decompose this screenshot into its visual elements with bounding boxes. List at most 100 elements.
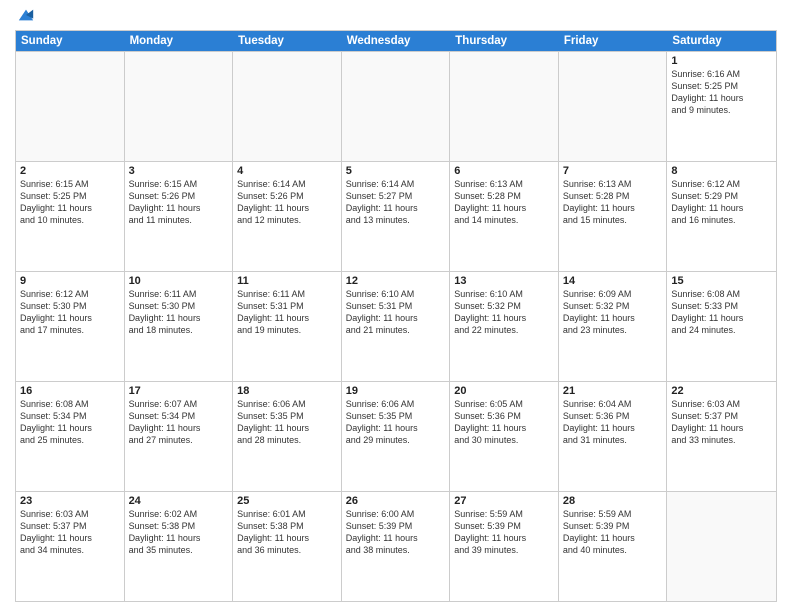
- day-cell-8: 8Sunrise: 6:12 AM Sunset: 5:29 PM Daylig…: [667, 162, 776, 271]
- day-number: 1: [671, 55, 772, 67]
- day-cell-22: 22Sunrise: 6:03 AM Sunset: 5:37 PM Dayli…: [667, 382, 776, 491]
- calendar-header: SundayMondayTuesdayWednesdayThursdayFrid…: [16, 31, 776, 51]
- day-cell-empty-0-3: [342, 52, 451, 161]
- day-cell-4: 4Sunrise: 6:14 AM Sunset: 5:26 PM Daylig…: [233, 162, 342, 271]
- day-cell-25: 25Sunrise: 6:01 AM Sunset: 5:38 PM Dayli…: [233, 492, 342, 601]
- day-info: Sunrise: 6:06 AM Sunset: 5:35 PM Dayligh…: [346, 398, 446, 447]
- day-number: 24: [129, 495, 229, 507]
- day-info: Sunrise: 6:16 AM Sunset: 5:25 PM Dayligh…: [671, 68, 772, 117]
- week-row-0: 1Sunrise: 6:16 AM Sunset: 5:25 PM Daylig…: [16, 51, 776, 161]
- day-info: Sunrise: 5:59 AM Sunset: 5:39 PM Dayligh…: [563, 508, 663, 557]
- day-number: 20: [454, 385, 554, 397]
- day-number: 14: [563, 275, 663, 287]
- day-number: 9: [20, 275, 120, 287]
- day-info: Sunrise: 6:01 AM Sunset: 5:38 PM Dayligh…: [237, 508, 337, 557]
- day-info: Sunrise: 6:03 AM Sunset: 5:37 PM Dayligh…: [671, 398, 772, 447]
- day-info: Sunrise: 6:10 AM Sunset: 5:31 PM Dayligh…: [346, 288, 446, 337]
- day-cell-2: 2Sunrise: 6:15 AM Sunset: 5:25 PM Daylig…: [16, 162, 125, 271]
- day-info: Sunrise: 6:08 AM Sunset: 5:34 PM Dayligh…: [20, 398, 120, 447]
- day-info: Sunrise: 6:12 AM Sunset: 5:30 PM Dayligh…: [20, 288, 120, 337]
- day-info: Sunrise: 6:13 AM Sunset: 5:28 PM Dayligh…: [454, 178, 554, 227]
- day-cell-11: 11Sunrise: 6:11 AM Sunset: 5:31 PM Dayli…: [233, 272, 342, 381]
- calendar-body: 1Sunrise: 6:16 AM Sunset: 5:25 PM Daylig…: [16, 51, 776, 601]
- day-info: Sunrise: 6:14 AM Sunset: 5:27 PM Dayligh…: [346, 178, 446, 227]
- day-cell-21: 21Sunrise: 6:04 AM Sunset: 5:36 PM Dayli…: [559, 382, 668, 491]
- day-number: 10: [129, 275, 229, 287]
- day-number: 28: [563, 495, 663, 507]
- day-number: 6: [454, 165, 554, 177]
- day-cell-23: 23Sunrise: 6:03 AM Sunset: 5:37 PM Dayli…: [16, 492, 125, 601]
- header-day-thursday: Thursday: [450, 31, 559, 51]
- day-number: 26: [346, 495, 446, 507]
- day-cell-27: 27Sunrise: 5:59 AM Sunset: 5:39 PM Dayli…: [450, 492, 559, 601]
- day-number: 16: [20, 385, 120, 397]
- day-cell-26: 26Sunrise: 6:00 AM Sunset: 5:39 PM Dayli…: [342, 492, 451, 601]
- header-day-monday: Monday: [125, 31, 234, 51]
- day-info: Sunrise: 6:13 AM Sunset: 5:28 PM Dayligh…: [563, 178, 663, 227]
- day-number: 8: [671, 165, 772, 177]
- header-day-saturday: Saturday: [667, 31, 776, 51]
- day-info: Sunrise: 6:11 AM Sunset: 5:31 PM Dayligh…: [237, 288, 337, 337]
- day-cell-6: 6Sunrise: 6:13 AM Sunset: 5:28 PM Daylig…: [450, 162, 559, 271]
- day-info: Sunrise: 6:12 AM Sunset: 5:29 PM Dayligh…: [671, 178, 772, 227]
- header-day-friday: Friday: [559, 31, 668, 51]
- page: SundayMondayTuesdayWednesdayThursdayFrid…: [0, 0, 792, 612]
- day-info: Sunrise: 5:59 AM Sunset: 5:39 PM Dayligh…: [454, 508, 554, 557]
- day-info: Sunrise: 6:10 AM Sunset: 5:32 PM Dayligh…: [454, 288, 554, 337]
- day-info: Sunrise: 6:04 AM Sunset: 5:36 PM Dayligh…: [563, 398, 663, 447]
- day-number: 4: [237, 165, 337, 177]
- day-cell-1: 1Sunrise: 6:16 AM Sunset: 5:25 PM Daylig…: [667, 52, 776, 161]
- day-cell-empty-0-0: [16, 52, 125, 161]
- day-cell-17: 17Sunrise: 6:07 AM Sunset: 5:34 PM Dayli…: [125, 382, 234, 491]
- day-cell-3: 3Sunrise: 6:15 AM Sunset: 5:26 PM Daylig…: [125, 162, 234, 271]
- day-info: Sunrise: 6:00 AM Sunset: 5:39 PM Dayligh…: [346, 508, 446, 557]
- day-number: 7: [563, 165, 663, 177]
- day-cell-9: 9Sunrise: 6:12 AM Sunset: 5:30 PM Daylig…: [16, 272, 125, 381]
- header-day-tuesday: Tuesday: [233, 31, 342, 51]
- day-cell-18: 18Sunrise: 6:06 AM Sunset: 5:35 PM Dayli…: [233, 382, 342, 491]
- week-row-4: 23Sunrise: 6:03 AM Sunset: 5:37 PM Dayli…: [16, 491, 776, 601]
- day-info: Sunrise: 6:03 AM Sunset: 5:37 PM Dayligh…: [20, 508, 120, 557]
- day-cell-19: 19Sunrise: 6:06 AM Sunset: 5:35 PM Dayli…: [342, 382, 451, 491]
- day-cell-24: 24Sunrise: 6:02 AM Sunset: 5:38 PM Dayli…: [125, 492, 234, 601]
- day-number: 22: [671, 385, 772, 397]
- day-number: 12: [346, 275, 446, 287]
- header: [15, 10, 777, 24]
- logo-text: [15, 14, 35, 24]
- day-number: 17: [129, 385, 229, 397]
- day-number: 2: [20, 165, 120, 177]
- day-info: Sunrise: 6:14 AM Sunset: 5:26 PM Dayligh…: [237, 178, 337, 227]
- week-row-1: 2Sunrise: 6:15 AM Sunset: 5:25 PM Daylig…: [16, 161, 776, 271]
- day-info: Sunrise: 6:08 AM Sunset: 5:33 PM Dayligh…: [671, 288, 772, 337]
- week-row-3: 16Sunrise: 6:08 AM Sunset: 5:34 PM Dayli…: [16, 381, 776, 491]
- day-number: 27: [454, 495, 554, 507]
- day-cell-empty-0-4: [450, 52, 559, 161]
- day-info: Sunrise: 6:06 AM Sunset: 5:35 PM Dayligh…: [237, 398, 337, 447]
- day-cell-15: 15Sunrise: 6:08 AM Sunset: 5:33 PM Dayli…: [667, 272, 776, 381]
- day-cell-5: 5Sunrise: 6:14 AM Sunset: 5:27 PM Daylig…: [342, 162, 451, 271]
- day-number: 11: [237, 275, 337, 287]
- day-info: Sunrise: 6:05 AM Sunset: 5:36 PM Dayligh…: [454, 398, 554, 447]
- day-number: 13: [454, 275, 554, 287]
- day-number: 3: [129, 165, 229, 177]
- day-cell-empty-0-5: [559, 52, 668, 161]
- day-info: Sunrise: 6:02 AM Sunset: 5:38 PM Dayligh…: [129, 508, 229, 557]
- header-day-wednesday: Wednesday: [342, 31, 451, 51]
- day-cell-14: 14Sunrise: 6:09 AM Sunset: 5:32 PM Dayli…: [559, 272, 668, 381]
- day-info: Sunrise: 6:15 AM Sunset: 5:26 PM Dayligh…: [129, 178, 229, 227]
- day-cell-12: 12Sunrise: 6:10 AM Sunset: 5:31 PM Dayli…: [342, 272, 451, 381]
- day-info: Sunrise: 6:09 AM Sunset: 5:32 PM Dayligh…: [563, 288, 663, 337]
- day-number: 15: [671, 275, 772, 287]
- week-row-2: 9Sunrise: 6:12 AM Sunset: 5:30 PM Daylig…: [16, 271, 776, 381]
- day-cell-empty-0-1: [125, 52, 234, 161]
- logo-icon: [17, 6, 35, 24]
- day-number: 23: [20, 495, 120, 507]
- day-number: 18: [237, 385, 337, 397]
- day-cell-28: 28Sunrise: 5:59 AM Sunset: 5:39 PM Dayli…: [559, 492, 668, 601]
- day-cell-7: 7Sunrise: 6:13 AM Sunset: 5:28 PM Daylig…: [559, 162, 668, 271]
- day-cell-10: 10Sunrise: 6:11 AM Sunset: 5:30 PM Dayli…: [125, 272, 234, 381]
- day-number: 21: [563, 385, 663, 397]
- day-number: 25: [237, 495, 337, 507]
- day-number: 19: [346, 385, 446, 397]
- day-cell-13: 13Sunrise: 6:10 AM Sunset: 5:32 PM Dayli…: [450, 272, 559, 381]
